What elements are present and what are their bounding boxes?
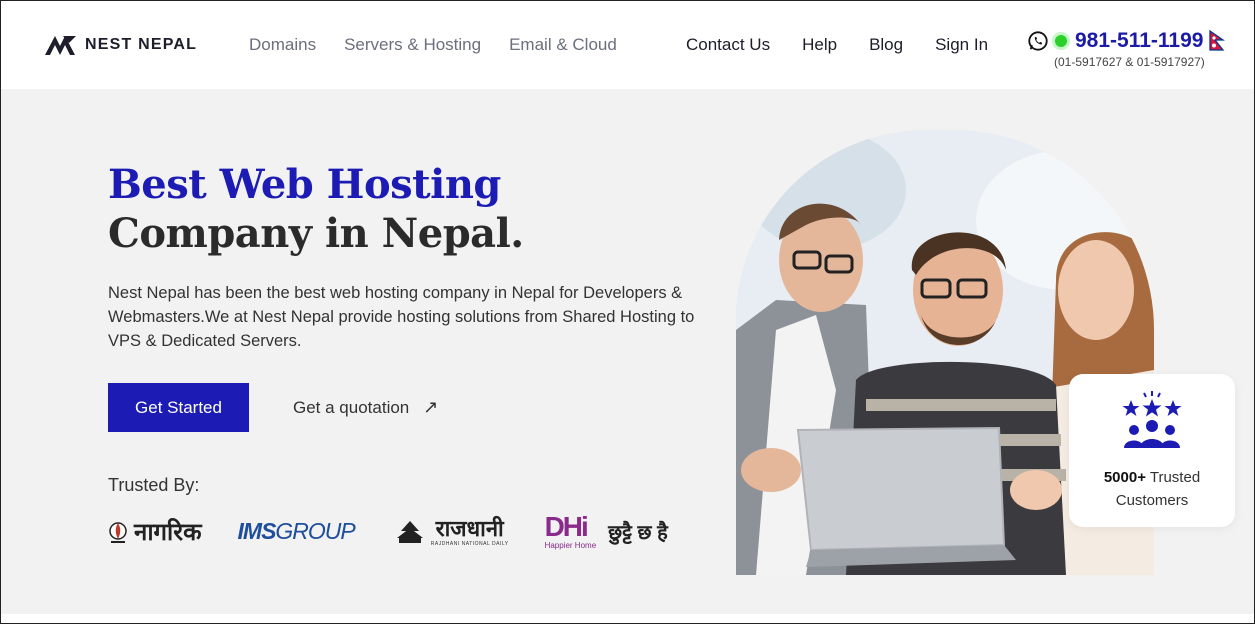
customers-label-line2: Customers bbox=[1115, 492, 1189, 509]
ims-wordmark-bold: IMS bbox=[237, 518, 277, 544]
nav-servers-hosting[interactable]: Servers & Hosting bbox=[344, 35, 481, 55]
rajdhani-temple-icon bbox=[396, 520, 423, 543]
nav-blog[interactable]: Blog bbox=[869, 35, 903, 55]
get-quotation-link[interactable]: Get a quotation ↗ bbox=[293, 397, 438, 418]
nepal-flag-icon bbox=[1209, 30, 1226, 51]
nest-nepal-logo-icon bbox=[45, 36, 76, 55]
customers-count: 5000+ bbox=[1103, 469, 1146, 486]
hero-description: Nest Nepal has been the best web hosting… bbox=[108, 284, 695, 350]
phone-alt-numbers: (01-5917627 & 01-5917927) bbox=[1054, 55, 1205, 69]
site-header: NEST NEPAL Domains Servers & Hosting Ema… bbox=[1, 1, 1254, 89]
whatsapp-icon[interactable] bbox=[1027, 30, 1049, 52]
get-started-button[interactable]: Get Started bbox=[108, 383, 249, 432]
page-bottom-strip bbox=[1, 614, 1254, 623]
online-dot-icon bbox=[1055, 35, 1067, 47]
ims-group-logo: IMSGROUP bbox=[237, 518, 356, 545]
nav-sign-in[interactable]: Sign In bbox=[935, 35, 988, 55]
logo[interactable]: NEST NEPAL bbox=[43, 34, 197, 56]
arrow-up-right-icon: ↗ bbox=[423, 397, 439, 417]
trusted-customers-text: 5000+ Trusted Customers bbox=[1069, 466, 1235, 512]
hero-title-line1: Best Web Hosting bbox=[108, 161, 501, 208]
ims-wordmark-rest: GROUP bbox=[275, 518, 355, 544]
get-quotation-label: Get a quotation bbox=[293, 397, 410, 417]
nav-email-cloud[interactable]: Email & Cloud bbox=[509, 35, 617, 55]
phone-contact[interactable]: 981-511-1199 (01-5917627 & 01-5917927) bbox=[1027, 29, 1226, 69]
nagarik-logo: नागरिक bbox=[108, 515, 202, 548]
customers-stars-icon bbox=[1122, 391, 1182, 448]
rajdhani-wordmark: राजधानी bbox=[435, 515, 504, 541]
phone-number[interactable]: 981-511-1199 bbox=[1075, 29, 1203, 53]
logo-text: NEST NEPAL bbox=[85, 36, 198, 53]
dhi-wordmark: DHi bbox=[544, 511, 589, 542]
trusted-customers-card: 5000+ Trusted Customers bbox=[1069, 374, 1235, 527]
nav-help[interactable]: Help bbox=[802, 35, 837, 55]
rajdhani-subtitle: RAJDHANI NATIONAL DAILY bbox=[430, 540, 509, 547]
secondary-nav: Contact Us Help Blog Sign In bbox=[686, 35, 1020, 55]
nav-domains[interactable]: Domains bbox=[249, 35, 316, 55]
nagarik-emblem-icon bbox=[109, 521, 127, 543]
primary-nav: Domains Servers & Hosting Email & Cloud bbox=[249, 35, 645, 55]
nagarik-wordmark: नागरिक bbox=[134, 519, 202, 546]
trusted-logos: नागरिक IMSGROUP राजधानी RAJDHANI NATIONA… bbox=[108, 513, 668, 550]
rajdhani-logo: राजधानी RAJDHANI NATIONAL DAILY bbox=[393, 515, 509, 547]
nav-contact-us[interactable]: Contact Us bbox=[686, 35, 770, 55]
dhi-tagline: छुट्टै छ है bbox=[608, 522, 668, 544]
trusted-by-label: Trusted By: bbox=[108, 475, 200, 495]
dhi-subtitle: Happier Home bbox=[544, 541, 597, 550]
hero-title-line2: Company in Nepal. bbox=[108, 210, 524, 257]
hero-section: Best Web Hosting Company in Nepal. Nest … bbox=[1, 89, 1254, 614]
customers-label: Trusted bbox=[1145, 469, 1201, 486]
dhi-logo: DHi Happier Home छुट्टै छ है bbox=[544, 511, 668, 551]
